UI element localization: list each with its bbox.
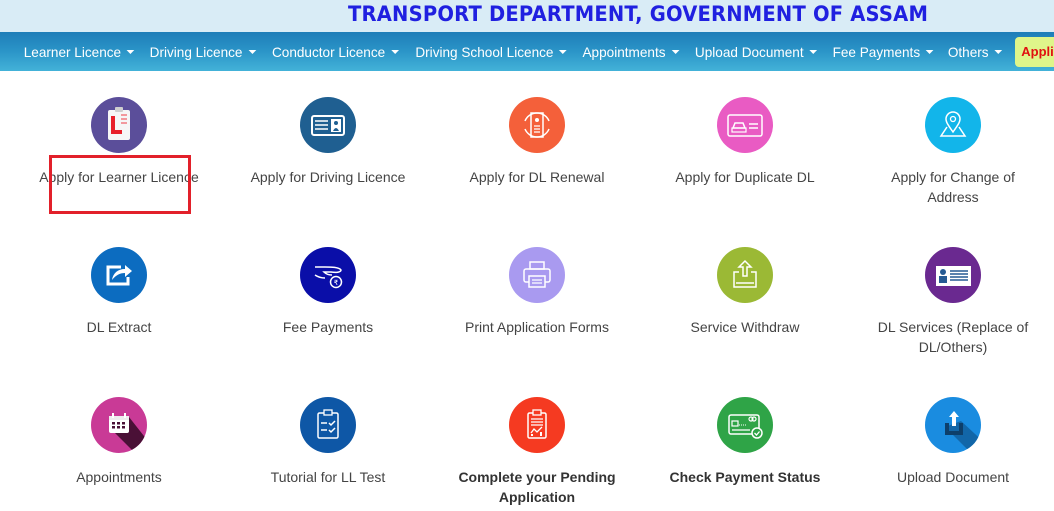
caret-down-icon (994, 49, 1003, 54)
tile-fee-payments[interactable]: ₹ Fee Payments (228, 247, 428, 337)
tile-label: Complete your Pending Application (458, 469, 616, 505)
nav-label: Conductor Licence (272, 43, 386, 60)
tile-label: Check Payment Status (669, 469, 821, 485)
tile-check-payment-status[interactable]: Check Payment Status (645, 397, 845, 487)
site-title: TRANSPORT DEPARTMENT, GOVERNMENT OF ASSA… (348, 2, 929, 26)
upload-tray-icon (717, 247, 773, 303)
printer-icon (509, 247, 565, 303)
learner-licence-clipboard-icon (91, 97, 147, 153)
caret-down-icon (391, 49, 399, 54)
tile-apply-dl-renewal[interactable]: Apply for DL Renewal (437, 97, 637, 187)
renewal-card-icon (509, 97, 565, 153)
caret-down-icon (809, 49, 818, 54)
nav-label: Driving School Licence (415, 43, 554, 60)
tile-dl-extract[interactable]: DL Extract (19, 247, 219, 337)
tile-print-application-forms[interactable]: Print Application Forms (437, 247, 637, 337)
nav-appointments[interactable]: Appointments (583, 44, 680, 60)
caret-down-icon (248, 49, 257, 54)
tile-service-withdraw[interactable]: Service Withdraw (645, 247, 845, 337)
nav-label: Others (948, 43, 989, 60)
calendar-icon (91, 397, 147, 453)
share-export-icon (91, 247, 147, 303)
svg-text:₹: ₹ (334, 279, 339, 287)
tile-label: Tutorial for LL Test (270, 469, 386, 485)
tile-apply-change-of-address[interactable]: Apply for Change of Address (853, 97, 1053, 207)
site-header: TRANSPORT DEPARTMENT, GOVERNMENT OF ASSA… (0, 0, 1054, 32)
hand-rupee-icon: ₹ (300, 247, 356, 303)
tile-apply-driving-licence[interactable]: Apply for Driving Licence (228, 97, 428, 187)
nav-others[interactable]: Others (948, 43, 1003, 60)
tile-label: Service Withdraw (690, 319, 800, 335)
nav-label: Driving Licence (150, 43, 243, 60)
upload-box-icon (925, 397, 981, 453)
nav-fee-payments[interactable]: Fee Payments (833, 44, 934, 60)
nav-driving-school-licence[interactable]: Driving School Licence (415, 44, 567, 60)
map-pin-icon (925, 97, 981, 153)
nav-label: Learner Licence (23, 43, 122, 60)
tile-label: Apply for Driving Licence (250, 169, 406, 185)
nav-label: Appointments (582, 43, 666, 60)
tile-upload-document[interactable]: Upload Document (853, 397, 1053, 487)
nav-label: Upload Document (694, 43, 804, 60)
tile-apply-duplicate-dl[interactable]: Apply for Duplicate DL (645, 97, 845, 187)
tile-label: DL Services (Replace of DL/Others) (877, 319, 1029, 355)
tile-label: Appointments (76, 469, 162, 485)
nav-conductor-licence[interactable]: Conductor Licence (272, 44, 399, 60)
caret-down-icon (671, 49, 680, 54)
tile-label: Print Application Forms (465, 319, 609, 335)
nav-upload-document[interactable]: Upload Document (694, 43, 818, 60)
application-status-button[interactable]: Application Status (1015, 36, 1054, 67)
profile-card-icon (925, 247, 981, 303)
tile-label: Upload Document (896, 469, 1010, 485)
tile-appointments[interactable]: Appointments (19, 397, 219, 487)
report-clipboard-icon (509, 397, 565, 453)
caret-down-icon (559, 49, 567, 54)
card-check-icon (717, 397, 773, 453)
tile-label: DL Extract (86, 319, 152, 335)
tile-label: Apply for Change of Address (891, 169, 1015, 205)
tile-label: Apply for Duplicate DL (675, 169, 815, 185)
tile-tutorial-ll-test[interactable]: Tutorial for LL Test (228, 397, 428, 487)
nav-learner-licence[interactable]: Learner Licence (24, 44, 135, 60)
tile-label: Apply for DL Renewal (469, 169, 605, 185)
caret-down-icon (925, 49, 934, 54)
car-card-icon (717, 97, 773, 153)
id-card-icon (300, 97, 356, 153)
highlight-box (49, 155, 191, 214)
tile-label: Fee Payments (282, 319, 374, 335)
main-navbar: Learner Licence Driving Licence Conducto… (0, 32, 1054, 71)
nav-label: Fee Payments (832, 43, 921, 60)
tile-complete-pending-application[interactable]: Complete your Pending Application (437, 397, 637, 507)
tile-dl-services[interactable]: DL Services (Replace of DL/Others) (853, 247, 1053, 357)
nav-driving-licence[interactable]: Driving Licence (150, 43, 257, 60)
caret-down-icon (126, 49, 135, 54)
checklist-clipboard-icon (300, 397, 356, 453)
